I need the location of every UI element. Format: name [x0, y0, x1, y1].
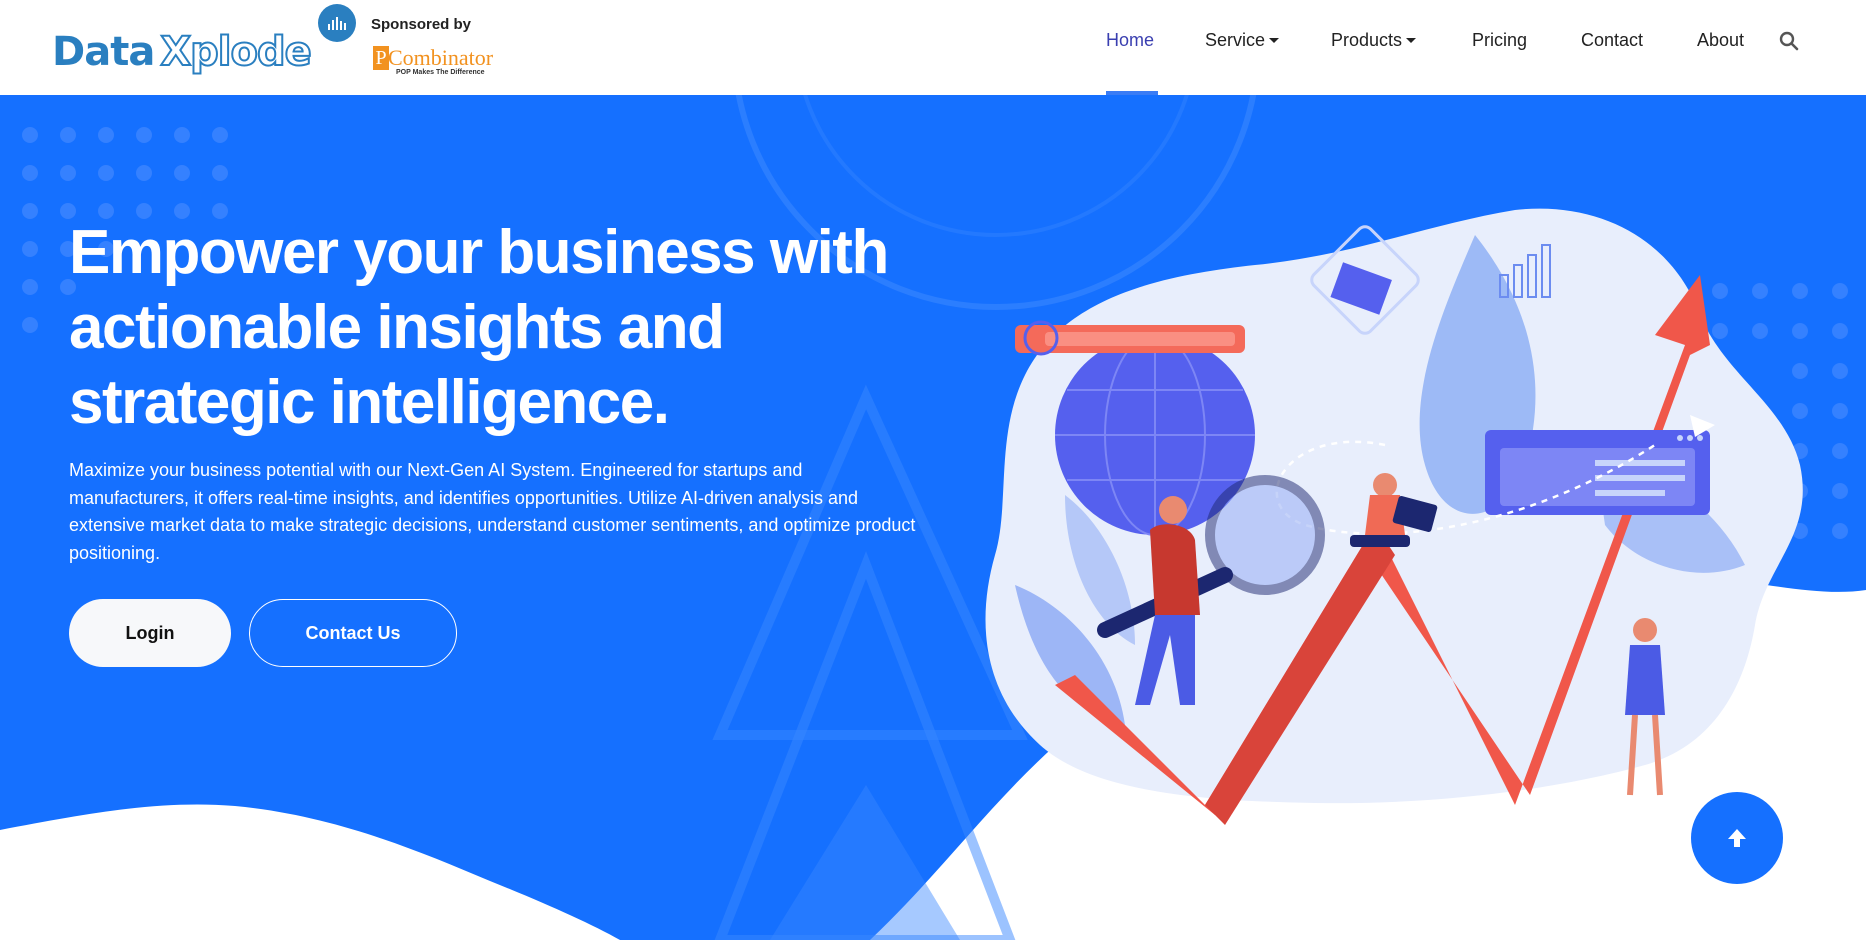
hero-illustration	[985, 208, 1803, 825]
nav-service[interactable]: Service	[1205, 28, 1280, 52]
login-button[interactable]: Login	[69, 599, 231, 667]
hero-title-line: Empower your business with	[69, 218, 889, 287]
search-icon[interactable]	[1778, 30, 1800, 52]
hero-title-line: actionable insights and	[69, 293, 725, 362]
caret-down-icon	[1406, 37, 1417, 43]
nav-products-label: Products	[1331, 30, 1403, 50]
site-header: Data Xplode Sponsored by P Combinator POP…	[0, 0, 1866, 95]
caret-down-icon	[1269, 37, 1280, 43]
scroll-to-top-button[interactable]	[1691, 792, 1783, 884]
contact-us-button[interactable]: Contact Us	[249, 599, 457, 667]
nav-active-indicator	[1106, 91, 1158, 95]
nav-pricing[interactable]: Pricing	[1472, 28, 1527, 52]
hero-section: Empower your business with actionable in…	[0, 95, 1866, 940]
hero-title: Empower your business with actionable in…	[69, 215, 949, 440]
nav-contact[interactable]: Contact	[1581, 28, 1643, 52]
hero-description: Maximize your business potential with ou…	[69, 460, 916, 563]
main-nav: Home Service Products Pricing Contact Ab…	[0, 0, 1866, 95]
nav-home[interactable]: Home	[1106, 28, 1154, 52]
nav-about[interactable]: About	[1697, 28, 1744, 52]
nav-products[interactable]: Products	[1331, 28, 1417, 52]
arrow-up-icon	[1728, 829, 1746, 847]
hero-title-line: strategic intelligence.	[69, 368, 670, 437]
nav-service-label: Service	[1205, 30, 1266, 50]
